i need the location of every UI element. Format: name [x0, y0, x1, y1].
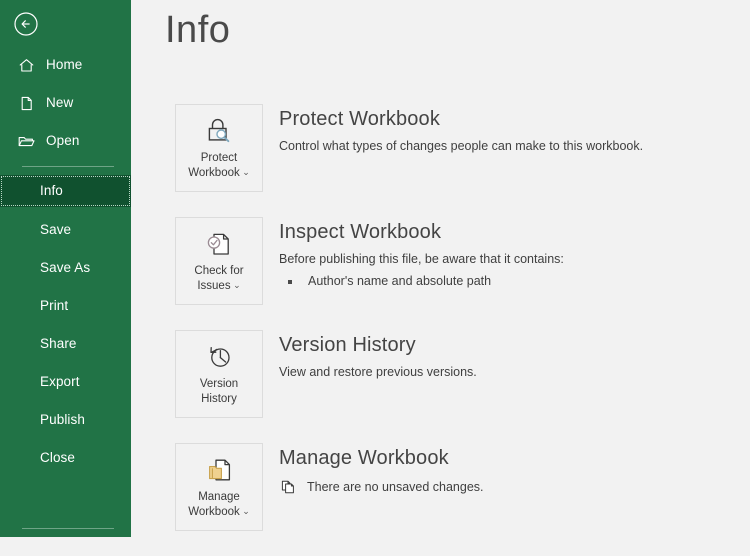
sidebar-item-share[interactable]: Share — [0, 331, 131, 357]
manage-workbook-status: There are no unsaved changes. — [279, 478, 484, 496]
section-inspect-workbook: Check for Issues ⌄ Inspect Workbook Befo… — [175, 217, 742, 330]
sidebar-item-close[interactable]: Close — [0, 445, 131, 471]
manage-workbook-text: Manage Workbook There are no unsaved cha… — [279, 443, 484, 496]
square-bullet-icon — [288, 280, 292, 284]
check-for-issues-button-label: Check for Issues ⌄ — [194, 264, 243, 293]
section-version-history: Version History Version History View and… — [175, 330, 742, 443]
sidebar-item-open[interactable]: Open — [0, 128, 131, 154]
sidebar-item-save-as[interactable]: Save As — [0, 255, 131, 281]
info-sections: Protect Workbook ⌄ Protect Workbook Cont… — [175, 104, 742, 556]
sidebar-item-export[interactable]: Export — [0, 369, 131, 395]
tile-label-line1: Manage — [198, 491, 240, 503]
tile-label-line2: History — [201, 392, 237, 405]
check-for-issues-button[interactable]: Check for Issues ⌄ — [175, 217, 263, 305]
version-history-button-label: Version History — [200, 377, 238, 406]
sidebar-item-label: Print — [40, 298, 69, 313]
sidebar-item-new[interactable]: New — [0, 90, 131, 116]
inspect-bullet-item: Author's name and absolute path — [288, 273, 564, 290]
sidebar-item-publish[interactable]: Publish — [0, 407, 131, 433]
tile-label-line2: Issues — [197, 279, 231, 292]
manage-workbook-status-label: There are no unsaved changes. — [307, 480, 484, 494]
inspect-workbook-text: Inspect Workbook Before publishing this … — [279, 217, 564, 290]
section-description: View and restore previous versions. — [279, 365, 477, 379]
backstage-sidebar: Home New Open Info Save Save As Print Sh… — [0, 0, 131, 537]
sidebar-item-label: Home — [46, 57, 83, 72]
tile-label-line1: Check for — [194, 265, 244, 277]
section-heading: Protect Workbook — [279, 108, 440, 130]
section-heading: Manage Workbook — [279, 447, 449, 469]
back-arrow-circle-icon[interactable] — [11, 9, 41, 39]
document-folder-icon — [199, 453, 239, 487]
section-heading: Inspect Workbook — [279, 221, 442, 243]
sidebar-item-label: Export — [40, 374, 80, 389]
page-title: Info — [165, 9, 231, 51]
copy-pages-icon — [279, 478, 297, 496]
lock-magnifier-icon — [199, 114, 239, 148]
home-icon — [17, 56, 35, 74]
section-protect-workbook: Protect Workbook ⌄ Protect Workbook Cont… — [175, 104, 742, 217]
sidebar-nav-list: Home New Open Info Save Save As Print Sh… — [0, 52, 131, 483]
sidebar-item-label: Publish — [40, 412, 85, 427]
sidebar-item-label: Close — [40, 450, 76, 465]
section-description: Control what types of changes people can… — [279, 139, 644, 153]
sidebar-item-home[interactable]: Home — [0, 52, 131, 78]
clock-history-icon — [199, 340, 239, 374]
chevron-down-icon: ⌄ — [239, 505, 250, 516]
new-document-icon — [17, 94, 35, 112]
section-heading: Version History — [279, 334, 416, 356]
chevron-down-icon: ⌄ — [230, 279, 241, 290]
tile-label-line1: Protect — [200, 152, 238, 164]
version-history-button[interactable]: Version History — [175, 330, 263, 418]
section-description: Before publishing this file, be aware th… — [279, 252, 564, 266]
backstage-info-screen: Home New Open Info Save Save As Print Sh… — [0, 0, 750, 537]
protect-workbook-button[interactable]: Protect Workbook ⌄ — [175, 104, 263, 192]
protect-workbook-button-label: Protect Workbook ⌄ — [188, 151, 250, 180]
backstage-main-panel: Info Protect Workbook ⌄ Protect Workbook… — [131, 0, 750, 537]
sidebar-item-save[interactable]: Save — [0, 217, 131, 243]
section-manage-workbook: Manage Workbook ⌄ Manage Workbook There … — [175, 443, 742, 556]
manage-workbook-button-label: Manage Workbook ⌄ — [188, 490, 250, 519]
sidebar-item-label: Share — [40, 336, 77, 351]
protect-workbook-text: Protect Workbook Control what types of c… — [279, 104, 643, 155]
sidebar-item-label: Info — [40, 183, 63, 198]
chevron-down-icon: ⌄ — [239, 166, 250, 177]
sidebar-item-print[interactable]: Print — [0, 293, 131, 319]
sidebar-item-info[interactable]: Info — [0, 175, 131, 207]
sidebar-item-label: Save As — [40, 260, 91, 275]
document-check-icon — [199, 227, 239, 261]
inspect-bullet-label: Author's name and absolute path — [308, 274, 492, 288]
sidebar-item-label: Save — [40, 222, 72, 237]
tile-label-line2: Workbook — [188, 505, 240, 518]
tile-label-line2: Workbook — [188, 166, 240, 179]
sidebar-item-label: New — [46, 95, 74, 110]
sidebar-item-label: Open — [46, 133, 80, 148]
tile-label-line1: Version — [199, 378, 239, 390]
version-history-text: Version History View and restore previou… — [279, 330, 477, 381]
sidebar-divider-bottom — [22, 528, 114, 529]
sidebar-divider-top — [22, 166, 114, 167]
manage-workbook-button[interactable]: Manage Workbook ⌄ — [175, 443, 263, 531]
open-folder-icon — [17, 132, 35, 150]
